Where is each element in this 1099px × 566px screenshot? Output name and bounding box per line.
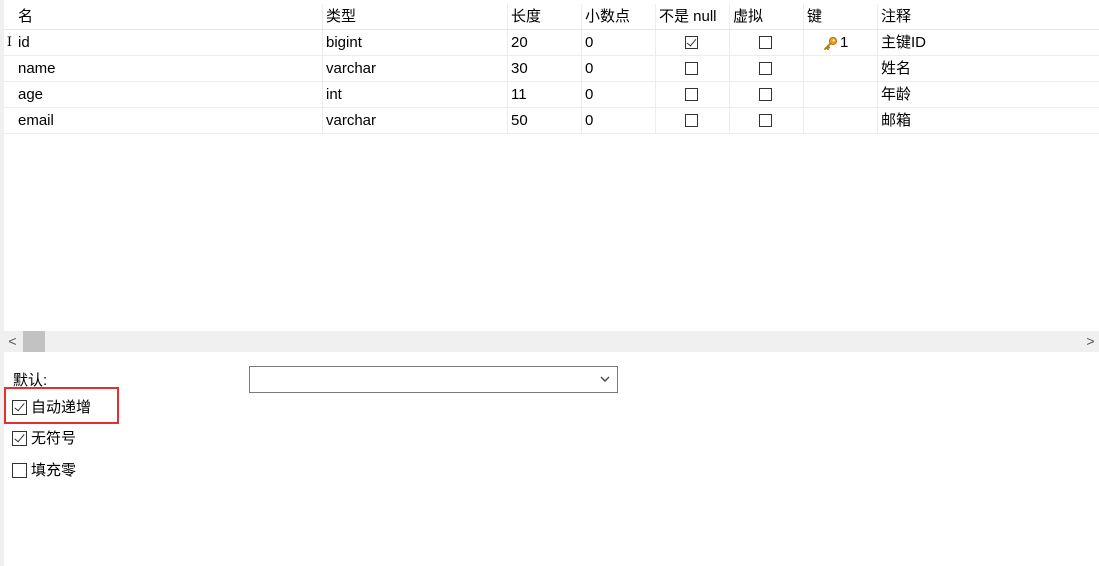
not-null-checkbox[interactable] <box>685 88 698 101</box>
row-indicator <box>4 56 15 81</box>
field-name-cell[interactable]: age <box>15 82 322 107</box>
table-row[interactable]: age int 11 0 年龄 <box>4 82 1099 108</box>
field-decimals-cell[interactable]: 0 <box>581 108 655 133</box>
header-name[interactable]: 名 <box>15 4 322 29</box>
virtual-checkbox[interactable] <box>759 36 772 49</box>
field-length-cell[interactable]: 30 <box>507 56 581 81</box>
field-type-cell[interactable]: int <box>322 82 507 107</box>
not-null-checkbox[interactable] <box>685 36 698 49</box>
key-icon <box>824 36 838 50</box>
field-comment-cell[interactable]: 姓名 <box>877 56 1099 81</box>
key-order: 1 <box>840 34 849 51</box>
virtual-checkbox[interactable] <box>759 114 772 127</box>
field-type-cell[interactable]: varchar <box>322 56 507 81</box>
key-cell[interactable] <box>803 82 877 107</box>
header-key[interactable]: 键 <box>803 4 877 29</box>
virtual-cell <box>729 82 803 107</box>
not-null-cell <box>655 82 729 107</box>
field-length-cell[interactable]: 50 <box>507 108 581 133</box>
header-not-null[interactable]: 不是 null <box>655 4 729 29</box>
virtual-cell <box>729 30 803 55</box>
chevron-down-icon <box>600 376 610 382</box>
row-indicator <box>4 82 15 107</box>
zerofill-checkbox[interactable] <box>12 463 27 478</box>
header-length[interactable]: 长度 <box>507 4 581 29</box>
table-row[interactable]: name varchar 30 0 姓名 <box>4 56 1099 82</box>
virtual-checkbox[interactable] <box>759 88 772 101</box>
header-type[interactable]: 类型 <box>322 4 507 29</box>
highlight-box <box>4 387 119 424</box>
fields-grid: 名 类型 长度 小数点 不是 null 虚拟 键 注释 I id bigint … <box>4 4 1099 134</box>
field-comment-cell[interactable]: 年龄 <box>877 82 1099 107</box>
zerofill-option[interactable]: 填充零 <box>12 461 76 481</box>
unsigned-option[interactable]: 无符号 <box>12 429 76 449</box>
not-null-cell <box>655 56 729 81</box>
zerofill-label: 填充零 <box>31 462 77 479</box>
field-type-cell[interactable]: varchar <box>322 108 507 133</box>
field-length-cell[interactable]: 20 <box>507 30 581 55</box>
field-type-cell[interactable]: bigint <box>322 30 507 55</box>
field-name-cell[interactable]: name <box>15 56 322 81</box>
unsigned-label: 无符号 <box>31 430 77 447</box>
scrollbar-thumb[interactable] <box>23 331 45 352</box>
field-name-cell[interactable]: id <box>15 30 322 55</box>
row-indicator-icon: I <box>6 35 13 50</box>
key-cell[interactable] <box>803 108 877 133</box>
horizontal-scrollbar[interactable]: < > <box>4 331 1099 352</box>
default-value-select[interactable] <box>249 366 618 393</box>
field-decimals-cell[interactable]: 0 <box>581 56 655 81</box>
grid-header: 名 类型 长度 小数点 不是 null 虚拟 键 注释 <box>4 4 1099 30</box>
scroll-right-arrow-icon[interactable]: > <box>1082 331 1099 352</box>
key-cell[interactable]: 1 <box>803 30 877 55</box>
not-null-cell <box>655 30 729 55</box>
not-null-checkbox[interactable] <box>685 62 698 75</box>
header-decimals[interactable]: 小数点 <box>581 4 655 29</box>
virtual-cell <box>729 56 803 81</box>
row-indicator <box>4 108 15 133</box>
field-name-cell[interactable]: email <box>15 108 322 133</box>
header-virtual[interactable]: 虚拟 <box>729 4 803 29</box>
table-row[interactable]: email varchar 50 0 邮箱 <box>4 108 1099 134</box>
table-row[interactable]: I id bigint 20 0 1 主键ID <box>4 30 1099 56</box>
field-length-cell[interactable]: 11 <box>507 82 581 107</box>
header-comment[interactable]: 注释 <box>877 4 1099 29</box>
key-indicator: 1 <box>823 30 848 55</box>
field-comment-cell[interactable]: 邮箱 <box>877 108 1099 133</box>
key-cell[interactable] <box>803 56 877 81</box>
field-decimals-cell[interactable]: 0 <box>581 82 655 107</box>
field-decimals-cell[interactable]: 0 <box>581 30 655 55</box>
unsigned-checkbox[interactable] <box>12 431 27 446</box>
not-null-checkbox[interactable] <box>685 114 698 127</box>
virtual-cell <box>729 108 803 133</box>
scroll-left-arrow-icon[interactable]: < <box>4 331 21 352</box>
not-null-cell <box>655 108 729 133</box>
header-indicator <box>4 4 15 29</box>
virtual-checkbox[interactable] <box>759 62 772 75</box>
field-comment-cell[interactable]: 主键ID <box>877 30 1099 55</box>
